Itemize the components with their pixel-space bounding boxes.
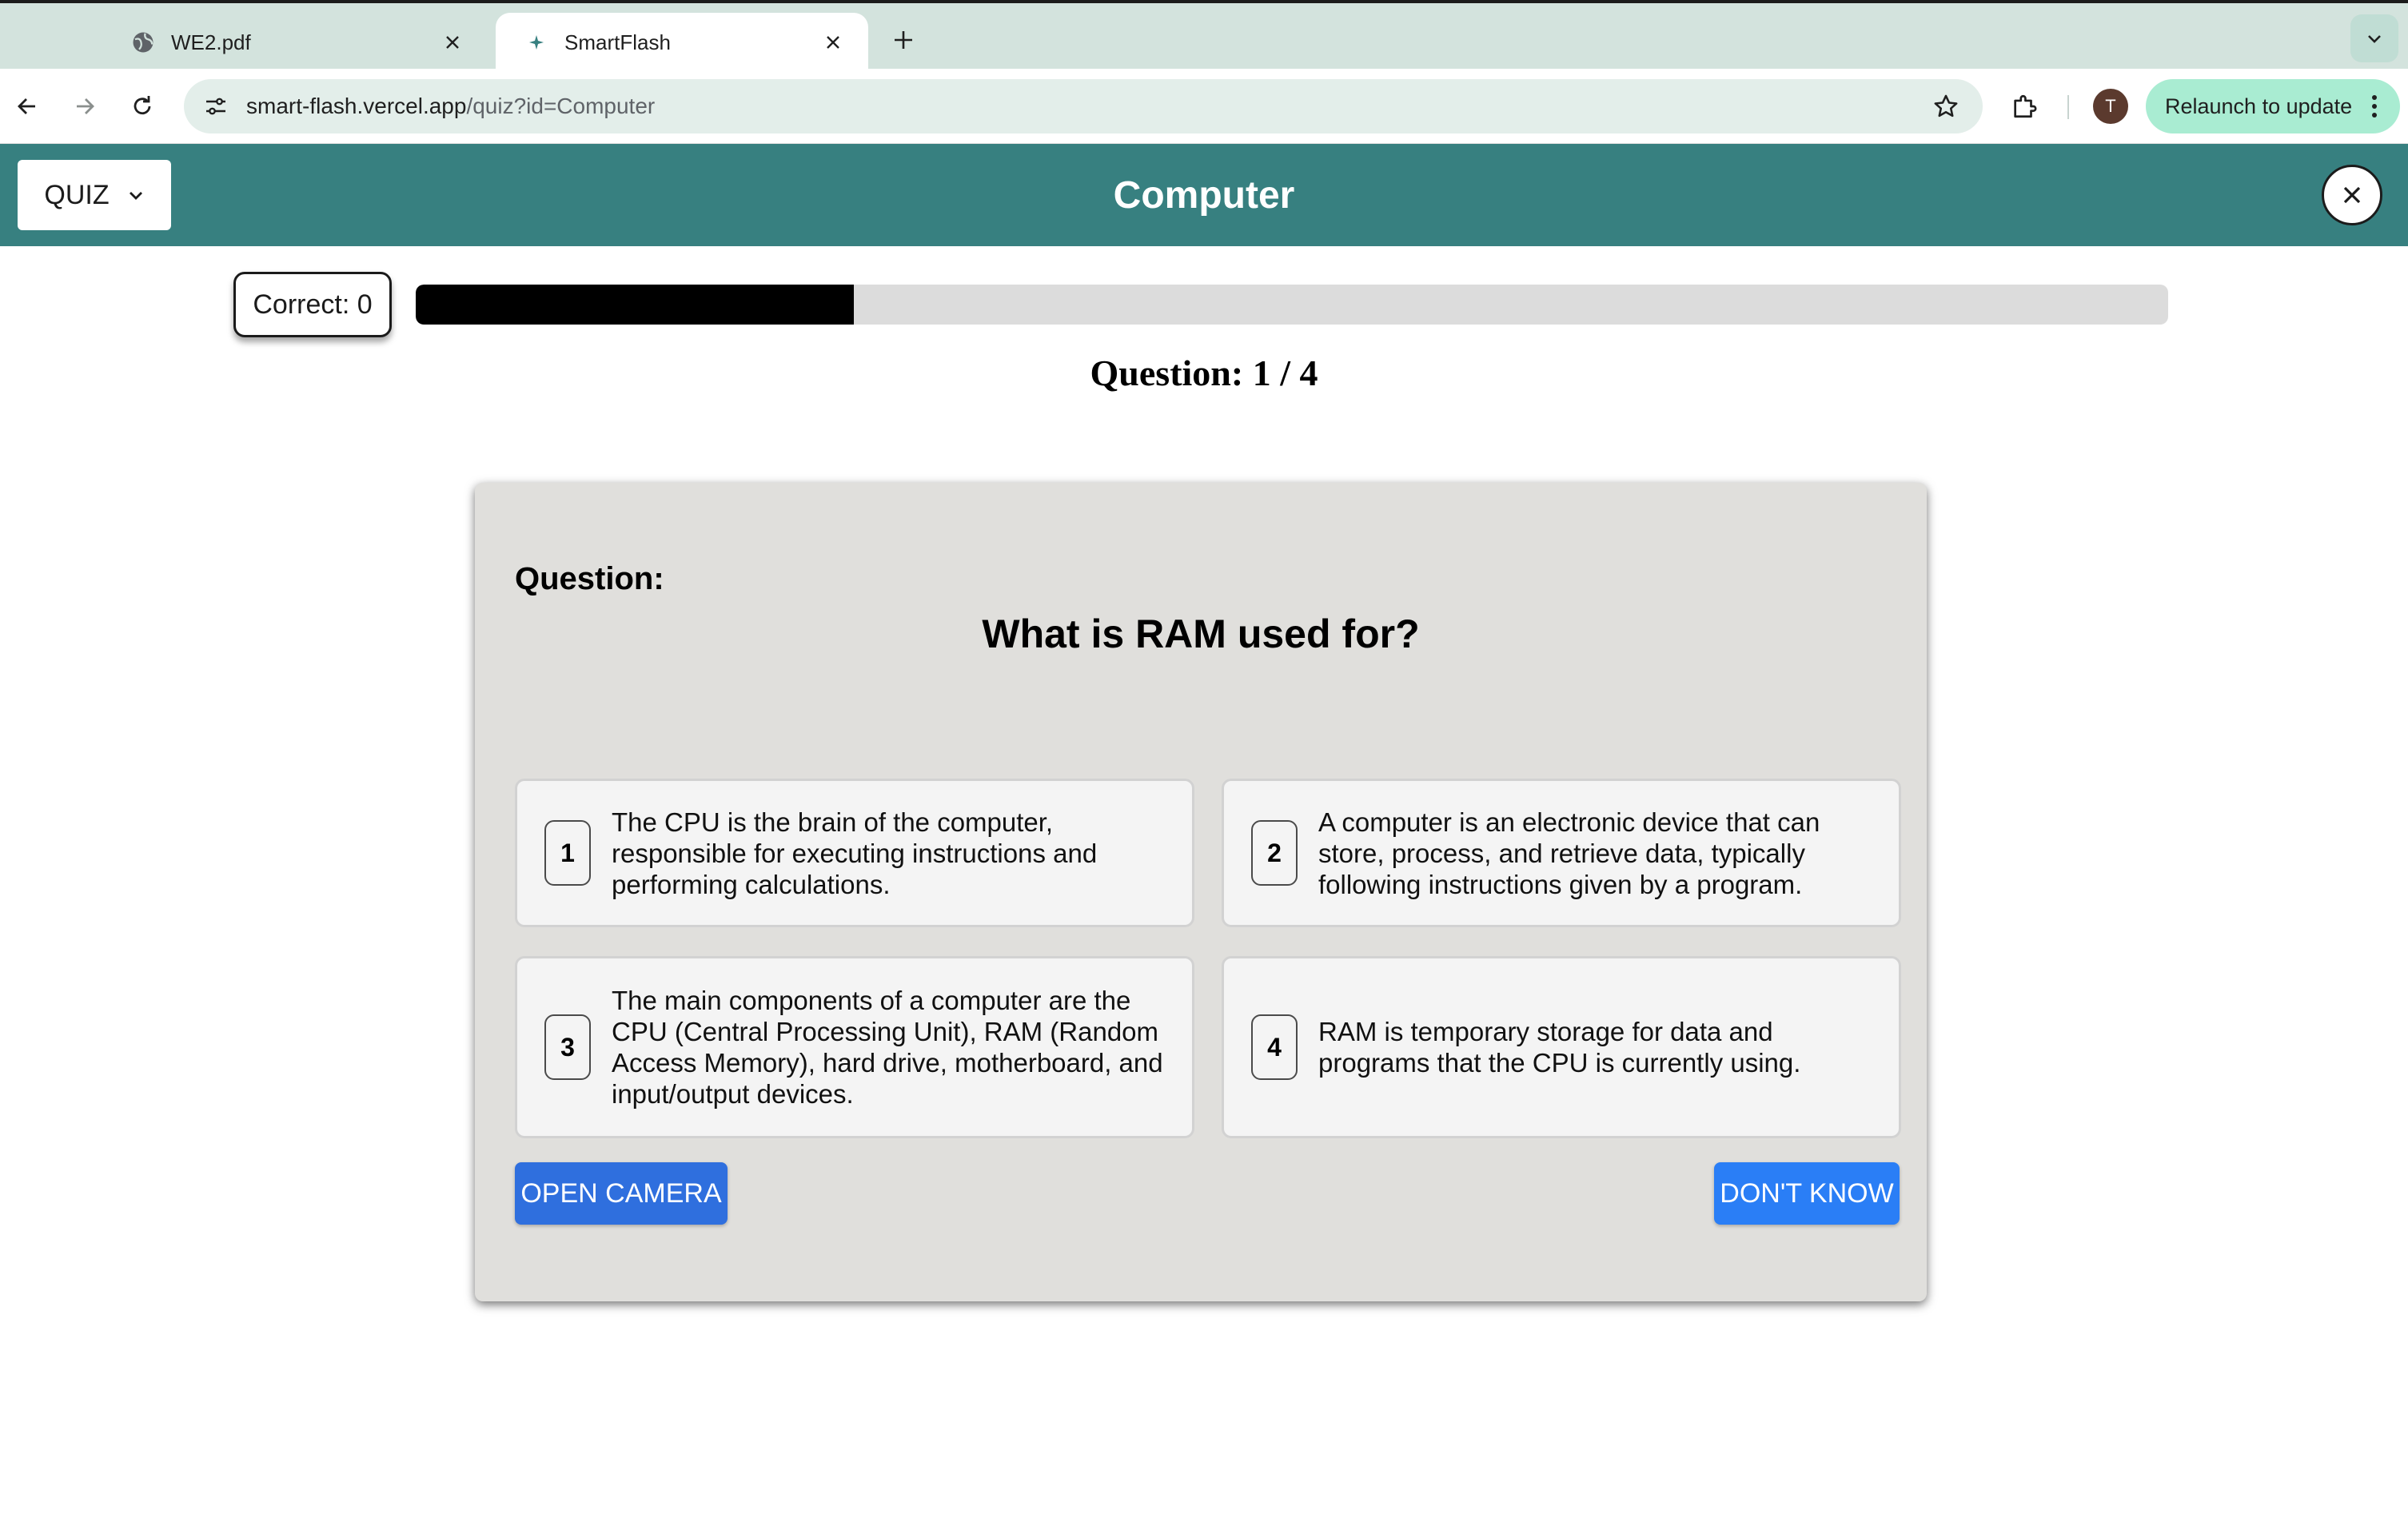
app-header: Computer QUIZ: [0, 144, 2408, 246]
bookmark-star-icon[interactable]: [1928, 89, 1963, 124]
site-info-tune-icon[interactable]: [200, 90, 232, 122]
browser-tab-strip: WE2.pdf SmartFlash: [0, 0, 2408, 72]
smartflash-favicon-icon: [524, 30, 548, 54]
browser-toolbar: smart-flash.vercel.app/quiz?id=Computer …: [0, 69, 2408, 144]
question-counter: Question: 1 / 4: [1090, 353, 1318, 393]
option-number: 2: [1251, 820, 1298, 886]
chevron-down-icon: [127, 180, 145, 211]
url-path: /quiz?id=Computer: [466, 94, 656, 118]
extensions-puzzle-icon[interactable]: [2005, 87, 2043, 126]
option-number: 4: [1251, 1014, 1298, 1080]
toolbar-divider: [2067, 95, 2069, 119]
profile-avatar[interactable]: T: [2093, 89, 2128, 124]
reload-icon[interactable]: [123, 87, 161, 126]
answer-option-2[interactable]: 2 A computer is an electronic device tha…: [1222, 779, 1901, 927]
answer-option-1[interactable]: 1 The CPU is the brain of the computer, …: [515, 779, 1194, 927]
option-text: The CPU is the brain of the computer, re…: [612, 807, 1098, 899]
option-number: 3: [544, 1014, 591, 1080]
tab-we2-pdf[interactable]: WE2.pdf: [102, 13, 488, 72]
answer-option-4[interactable]: 4 RAM is temporary storage for data and …: [1222, 956, 1901, 1138]
tab-search-chevron-down-icon[interactable]: [2350, 14, 2398, 62]
correct-count-badge: Correct: 0: [233, 272, 392, 337]
answer-option-3[interactable]: 3 The main components of a computer are …: [515, 956, 1194, 1138]
quiz-progress-bar: [416, 285, 2168, 325]
close-icon: [2343, 186, 2361, 204]
dont-know-button[interactable]: DON'T KNOW: [1714, 1162, 1900, 1225]
new-tab-plus-icon[interactable]: [884, 21, 923, 59]
tab-smartflash[interactable]: SmartFlash: [496, 13, 868, 72]
quiz-progress-fill: [416, 285, 854, 325]
back-arrow-icon[interactable]: [8, 87, 46, 126]
tab-close-icon[interactable]: [440, 30, 465, 55]
question-card: Question: What is RAM used for? 1 The CP…: [475, 483, 1927, 1301]
option-text: RAM is temporary storage for data and pr…: [1318, 1017, 1801, 1078]
close-quiz-button[interactable]: [2322, 165, 2382, 225]
kebab-menu-icon[interactable]: [2365, 90, 2384, 122]
option-number: 1: [544, 820, 591, 886]
question-heading: Question:: [515, 561, 664, 596]
tab-title: WE2.pdf: [171, 30, 251, 54]
deck-title: Computer: [1113, 173, 1295, 217]
relaunch-to-update-button[interactable]: Relaunch to update: [2146, 79, 2400, 133]
globe-icon: [131, 30, 155, 54]
tab-close-icon[interactable]: [820, 30, 846, 55]
relaunch-label: Relaunch to update: [2165, 94, 2353, 118]
mode-dropdown-label: QUIZ: [44, 179, 110, 210]
url-host: smart-flash.vercel.app: [246, 94, 467, 118]
mode-dropdown[interactable]: QUIZ: [18, 160, 171, 230]
address-bar[interactable]: smart-flash.vercel.app/quiz?id=Computer: [184, 79, 1983, 133]
open-camera-button[interactable]: OPEN CAMERA: [515, 1162, 728, 1225]
tab-title: SmartFlash: [564, 30, 671, 54]
question-text: What is RAM used for?: [982, 612, 1420, 656]
forward-arrow-icon[interactable]: [66, 87, 104, 126]
option-text: The main components of a computer are th…: [612, 986, 1163, 1109]
option-text: A computer is an electronic device that …: [1318, 807, 1820, 899]
url-text[interactable]: smart-flash.vercel.app/quiz?id=Computer: [246, 94, 1928, 119]
